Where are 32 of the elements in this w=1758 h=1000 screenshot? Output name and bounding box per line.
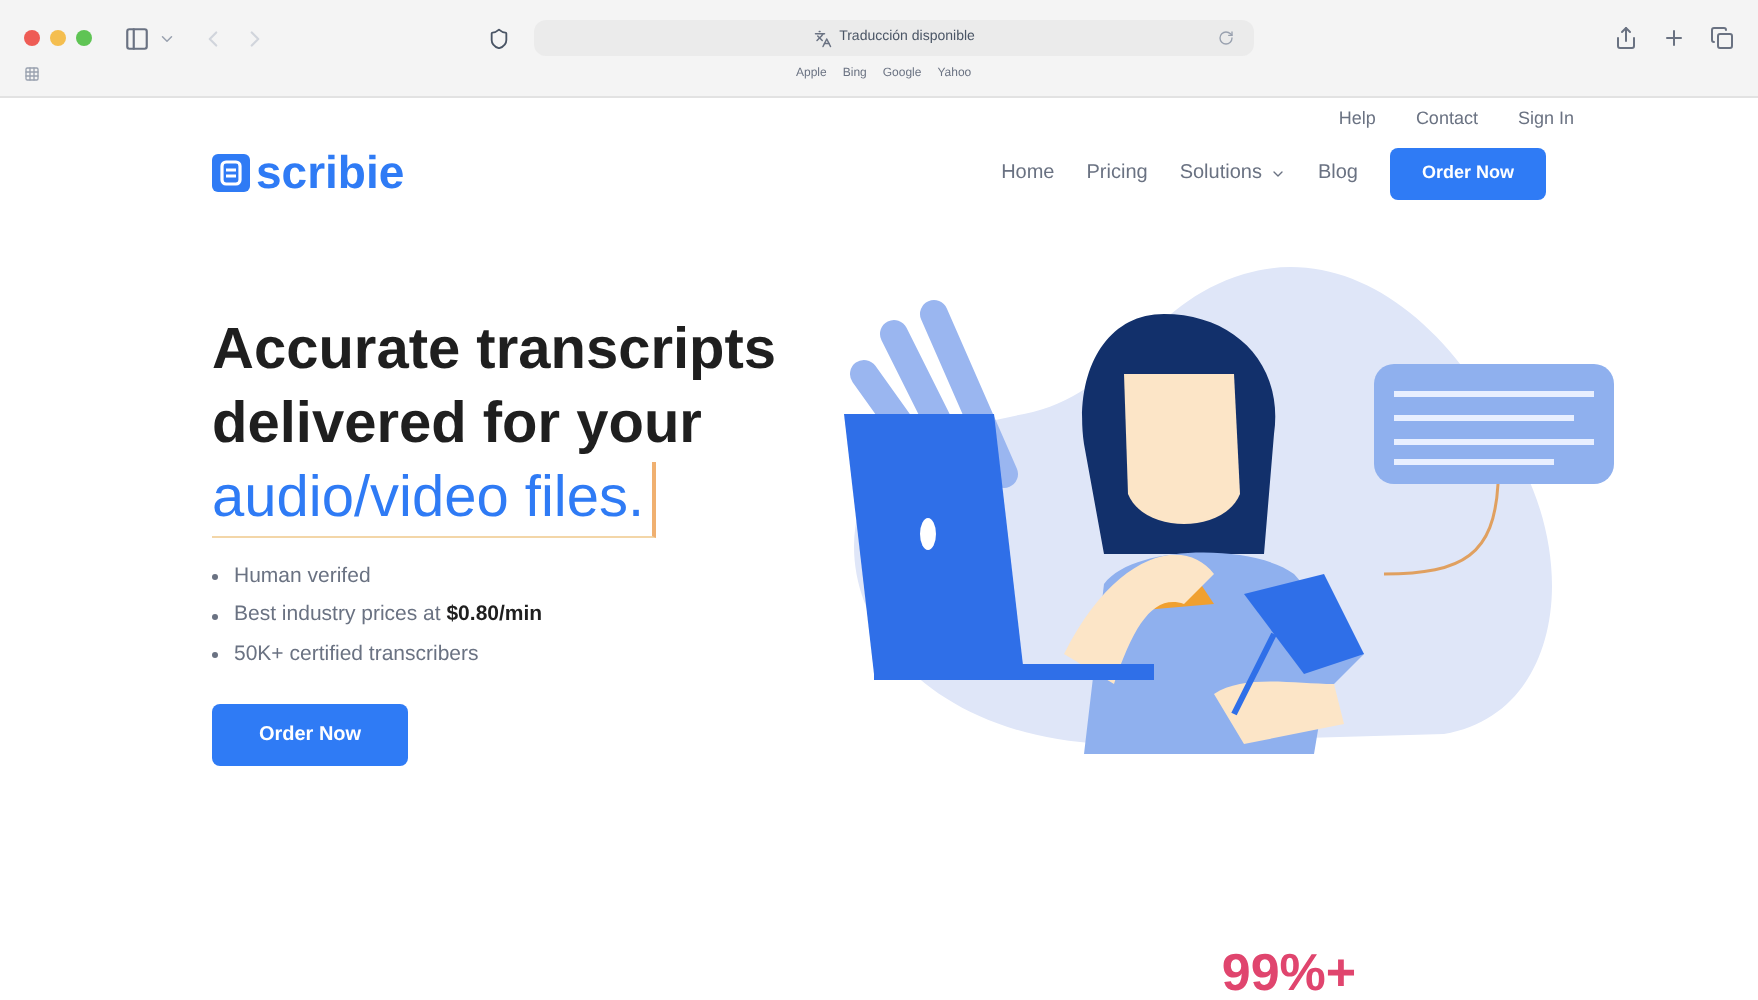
hero-heading-line: Accurate transcripts [212,315,777,385]
logo-icon [212,154,250,192]
sidebar-icon[interactable] [124,25,150,51]
bullet-icon [212,573,218,580]
bullet-icon [212,652,218,659]
order-now-button[interactable]: Order Now [1389,147,1546,199]
nav-link[interactable]: Pricing [1086,158,1148,188]
share-icon[interactable] [1614,26,1638,50]
feature-text: Human verifed [234,561,371,591]
zoom-window-icon[interactable] [76,30,92,46]
nav-link[interactable]: Blog [1317,158,1358,188]
minimize-window-icon[interactable] [50,30,66,46]
order-now-button[interactable]: Order Now [212,703,408,766]
bullet-icon [212,613,218,620]
shield-icon[interactable] [488,27,510,49]
new-tab-icon[interactable] [1662,26,1686,50]
hero-highlight: audio/video files. [212,461,657,537]
feature-text: 50K+ certified transcribers [234,640,479,670]
reload-icon[interactable] [1218,30,1234,46]
top-link[interactable]: Help [1338,106,1376,133]
nav-link[interactable]: Home [1001,158,1055,188]
logo-text[interactable]: scribie [256,150,405,196]
nav-dropdown[interactable]: Solutions [1179,158,1286,188]
tabs-icon[interactable] [1710,26,1734,50]
grid-icon[interactable] [24,66,40,82]
top-link[interactable]: Contact [1415,106,1478,133]
stat-value: 99%+ [1221,944,1357,1000]
translate-icon [813,29,832,47]
hero-heading-line: delivered for your [212,389,702,459]
feature-text: Best industry prices at $0.80/min [234,600,543,631]
close-window-icon[interactable] [24,30,40,46]
top-link[interactable]: Sign In [1517,106,1574,133]
